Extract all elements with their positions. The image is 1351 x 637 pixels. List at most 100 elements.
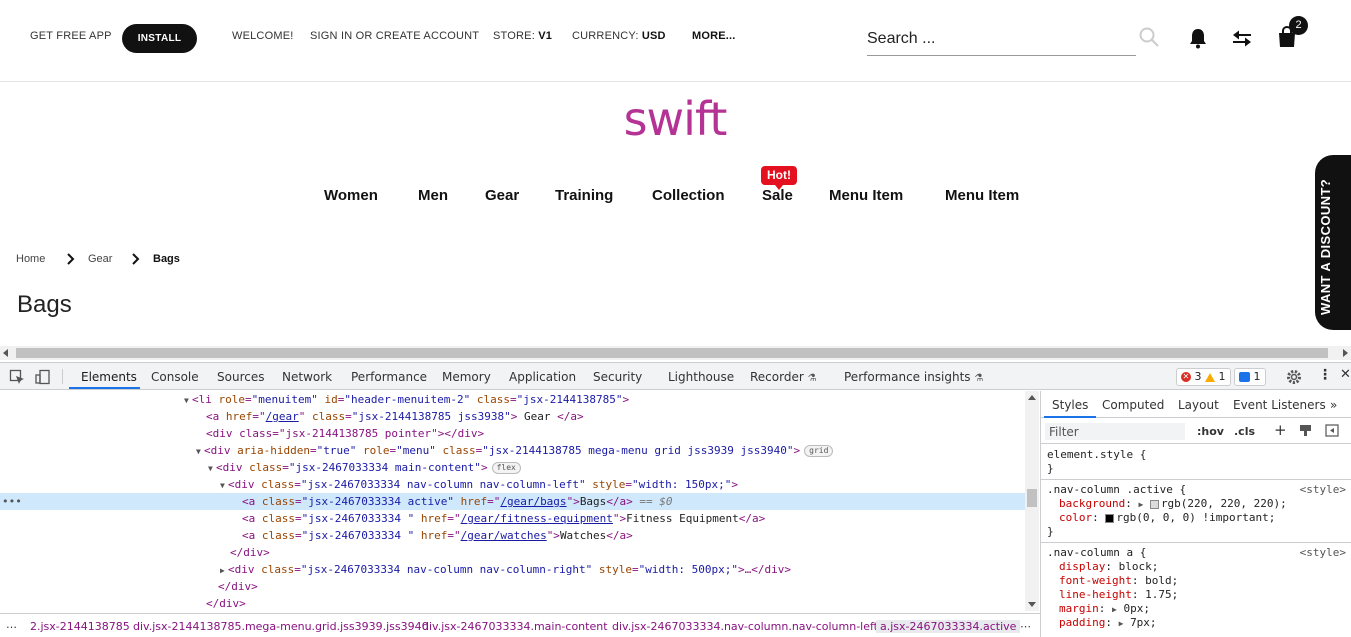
collapse-triangle-icon[interactable]: ▼ <box>220 477 228 494</box>
css-declaration[interactable]: margin: ▶ 0px; <box>1047 602 1346 616</box>
more-icon[interactable]: ⋯ <box>1020 620 1031 633</box>
scrollbar-thumb[interactable] <box>16 348 1328 358</box>
css-declaration[interactable]: display: block; <box>1047 560 1346 574</box>
issues-counters[interactable]: ✕ 3 1 1 <box>1176 368 1266 386</box>
collapse-triangle-icon[interactable]: ▼ <box>196 443 204 460</box>
tab-elements[interactable]: Elements <box>81 370 137 384</box>
href-link[interactable]: /gear <box>266 410 299 423</box>
dom-crumb[interactable]: div.jsx-2467033334.nav-column.nav-column… <box>612 620 878 633</box>
tab-computed[interactable]: Computed <box>1102 398 1164 412</box>
install-button[interactable]: INSTALL <box>122 24 197 53</box>
scrollbar-thumb[interactable] <box>1027 489 1037 507</box>
dom-crumb-active[interactable]: a.jsx-2467033334.active <box>876 620 1021 633</box>
scroll-down-arrow-icon[interactable] <box>1028 602 1036 607</box>
tab-network[interactable]: Network <box>282 370 332 384</box>
search-icon[interactable] <box>1138 26 1160 48</box>
tab-event-listeners[interactable]: Event Listeners <box>1233 398 1326 412</box>
dom-crumb[interactable]: div.jsx-2467033334.main-content <box>422 620 608 633</box>
more-actions-icon[interactable]: ••• <box>2 493 22 510</box>
hover-state-toggle[interactable]: :hov <box>1197 425 1224 438</box>
tab-lighthouse[interactable]: Lighthouse <box>668 370 734 384</box>
bell-icon[interactable] <box>1187 27 1209 49</box>
dom-node-selected[interactable]: ••• <a class="jsx-2467033334 active" href… <box>0 493 1025 510</box>
messages-badge[interactable]: 1 <box>1234 368 1266 386</box>
href-link[interactable]: /gear/fitness-equipment <box>461 512 613 525</box>
dom-node[interactable]: </div> <box>0 578 1025 595</box>
chevron-double-right-icon[interactable]: » <box>1330 398 1337 412</box>
tab-application[interactable]: Application <box>509 370 576 384</box>
errors-warnings-badge[interactable]: ✕ 3 1 <box>1176 368 1231 386</box>
more-menu[interactable]: MORE... <box>692 30 736 42</box>
tab-console[interactable]: Console <box>151 370 199 384</box>
css-declaration[interactable]: font-weight: bold; <box>1047 574 1346 588</box>
expand-triangle-icon[interactable]: ▶ <box>1119 619 1124 628</box>
toggle-sidebar-icon[interactable] <box>1325 424 1339 437</box>
color-swatch[interactable] <box>1149 499 1159 509</box>
style-rule[interactable]: .nav-column .active { <style> background… <box>1041 480 1351 543</box>
css-declaration[interactable]: padding: ▶ 7px; <box>1047 616 1346 630</box>
scroll-left-arrow-icon[interactable] <box>3 349 8 357</box>
expand-triangle-icon[interactable]: ▶ <box>1138 500 1143 509</box>
dom-vertical-scrollbar[interactable] <box>1025 391 1039 611</box>
expand-triangle-icon[interactable]: ▶ <box>220 562 228 579</box>
nav-item-men[interactable]: Men <box>418 187 448 204</box>
tab-performance[interactable]: Performance <box>351 370 427 384</box>
dom-node[interactable]: <a class="jsx-2467033334 " href="/gear/f… <box>0 510 1025 527</box>
dom-crumb[interactable]: div.jsx-2144138785.mega-menu.grid.jss393… <box>133 620 429 633</box>
dom-node[interactable]: <div class="jsx-2144138785 pointer"></di… <box>0 425 1025 442</box>
device-toolbar-icon[interactable] <box>35 369 51 385</box>
href-link[interactable]: /gear/bags <box>500 495 566 508</box>
dom-crumb[interactable]: 2.jsx-2144138785 <box>30 620 130 633</box>
inspect-element-icon[interactable] <box>9 369 25 385</box>
dom-node[interactable]: <a href="/gear" class="jsx-2144138785 js… <box>0 408 1025 425</box>
flex-badge[interactable]: flex <box>491 462 521 474</box>
new-style-rule-icon[interactable]: + <box>1274 421 1287 439</box>
currency-selector[interactable]: CURRENCY: USD <box>572 30 666 42</box>
compare-icon[interactable] <box>1230 27 1254 49</box>
tab-security[interactable]: Security <box>593 370 642 384</box>
get-free-app-link[interactable]: GET FREE APP <box>30 30 112 42</box>
rule-origin[interactable]: <style> <box>1300 483 1346 496</box>
dom-node[interactable]: ▼ <div aria-hidden="true" role="menu" cla… <box>0 442 1025 459</box>
css-declaration[interactable]: color: rgb(0, 0, 0) !important; <box>1047 511 1346 525</box>
scroll-right-arrow-icon[interactable] <box>1343 349 1348 357</box>
tab-memory[interactable]: Memory <box>442 370 491 384</box>
page-horizontal-scrollbar[interactable] <box>0 346 1351 360</box>
nav-item-menu-item-2[interactable]: Menu Item <box>945 187 1019 204</box>
search-input[interactable] <box>867 26 1136 48</box>
more-icon[interactable]: … <box>6 618 17 631</box>
href-link[interactable]: /gear/watches <box>461 529 547 542</box>
scroll-up-arrow-icon[interactable] <box>1028 395 1036 400</box>
tab-sources[interactable]: Sources <box>217 370 264 384</box>
collapse-triangle-icon[interactable]: ▼ <box>184 392 192 409</box>
nav-item-women[interactable]: Women <box>324 187 378 204</box>
paint-brush-icon[interactable] <box>1299 424 1312 437</box>
rule-origin[interactable]: <style> <box>1300 546 1346 559</box>
element-style-rule[interactable]: element.style { } <box>1041 445 1351 480</box>
dom-node[interactable]: <a class="jsx-2467033334 " href="/gear/w… <box>0 527 1025 544</box>
dom-node[interactable]: ▼ <div class="jsx-2467033334 nav-column n… <box>0 476 1025 493</box>
dom-node[interactable]: ▼ <li role="menuitem" id="header-menuitem… <box>0 391 1025 408</box>
dom-node[interactable]: ▼ <div class="jsx-2467033334 main-content… <box>0 459 1025 476</box>
settings-gear-icon[interactable] <box>1286 369 1302 385</box>
style-rule[interactable]: .nav-column a { <style> display: block; … <box>1041 543 1351 633</box>
dom-node[interactable]: </div> <box>0 595 1025 611</box>
dom-node[interactable]: ▶ <div class="jsx-2467033334 nav-column n… <box>0 561 1025 578</box>
close-icon[interactable]: ✕ <box>1340 367 1351 382</box>
dom-node[interactable]: </div> <box>0 544 1025 561</box>
tab-performance-insights[interactable]: Performance insights ⚗ <box>844 370 983 384</box>
nav-item-training[interactable]: Training <box>555 187 613 204</box>
more-options-icon[interactable]: ⋮ <box>1318 367 1332 383</box>
grid-badge[interactable]: grid <box>804 445 834 457</box>
class-toggle[interactable]: .cls <box>1234 425 1255 438</box>
color-swatch[interactable] <box>1105 513 1115 523</box>
nav-item-gear[interactable]: Gear <box>485 187 519 204</box>
breadcrumb-gear[interactable]: Gear <box>88 253 112 265</box>
breadcrumb-home[interactable]: Home <box>16 253 45 265</box>
sign-in-link[interactable]: SIGN IN OR CREATE ACCOUNT <box>310 30 479 42</box>
tab-styles[interactable]: Styles <box>1052 398 1088 412</box>
site-logo[interactable]: swift <box>600 92 750 146</box>
nav-item-collection[interactable]: Collection <box>652 187 725 204</box>
css-declaration[interactable]: line-height: 1.75; <box>1047 588 1346 602</box>
styles-filter-input[interactable] <box>1045 423 1185 440</box>
